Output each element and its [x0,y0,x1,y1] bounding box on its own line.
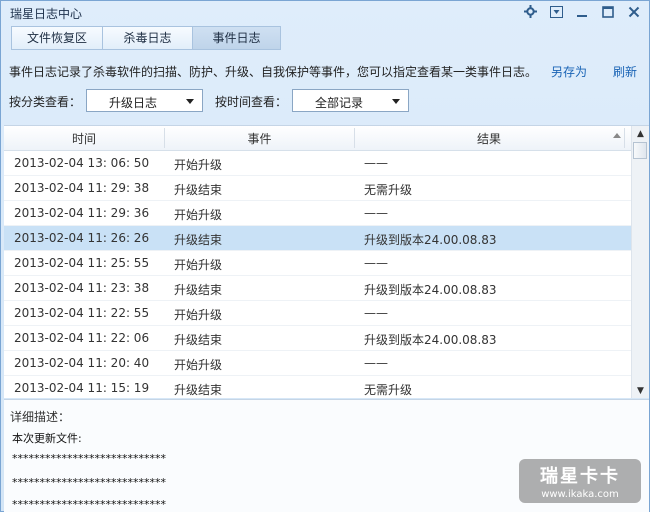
cell-result: —— [364,256,388,270]
table-row[interactable]: 2013-02-04 11: 25: 55 开始升级 —— [4,251,632,276]
cell-event: 开始升级 [174,308,223,322]
cell-time: 2013-02-04 11: 29: 36 [14,206,150,220]
table-row[interactable]: 2013-02-04 11: 29: 38 升级结束 无需升级 [4,176,632,201]
table-row[interactable]: 2013-02-04 13: 06: 50 开始升级 —— [4,151,632,176]
time-select[interactable]: 全部记录 [292,89,409,112]
cell-event: 升级结束 [174,283,223,297]
minimize-icon[interactable] [569,2,595,21]
table-row[interactable]: 2013-02-04 11: 26: 26 升级结束 升级到版本24.00.08.8… [4,226,632,251]
refresh-link[interactable]: 刷新 [613,63,637,80]
cell-time: 2013-02-04 13: 06: 50 [14,156,150,170]
save-as-link[interactable]: 另存为 [551,63,587,80]
cell-event: 开始升级 [174,258,223,272]
maximize-icon[interactable] [595,2,621,21]
cell-result: 升级到版本24.00.08.83 [364,233,497,247]
cell-event: 升级结束 [174,333,223,347]
time-filter-label: 按时间查看： [215,95,288,109]
category-select-value: 升级日志 [109,96,158,110]
cell-result: 无需升级 [364,383,413,397]
detail-label: 详细描述： [10,410,71,424]
table-row[interactable]: 2013-02-04 11: 22: 55 开始升级 —— [4,301,632,326]
skin-menu-icon[interactable] [543,2,569,21]
detail-line: **************************** [12,498,166,511]
settings-gear-icon[interactable] [517,2,543,21]
tab-antivirus-log[interactable]: 杀毒日志 [102,26,192,50]
cell-result: —— [364,356,388,370]
sort-arrow-icon [613,133,621,138]
cell-result: 无需升级 [364,183,413,197]
cell-result: —— [364,206,388,220]
cell-time: 2013-02-04 11: 20: 40 [14,356,150,370]
column-header-event[interactable]: 事件 [165,130,354,147]
dropdown-arrow-icon [186,99,194,104]
cell-time: 2013-02-04 11: 25: 55 [14,256,150,270]
cell-event: 升级结束 [174,183,223,197]
cell-result: 升级到版本24.00.08.83 [364,333,497,347]
scrollbar-thumb[interactable] [633,142,647,159]
cell-result: 升级到版本24.00.08.83 [364,283,497,297]
detail-line: **************************** [12,452,166,465]
table-row[interactable]: 2013-02-04 11: 23: 38 升级结束 升级到版本24.00.08.8… [4,276,632,301]
category-select[interactable]: 升级日志 [86,89,203,112]
table-row[interactable]: 2013-02-04 11: 20: 40 开始升级 —— [4,351,632,376]
tab-file-recovery[interactable]: 文件恢复区 [11,26,102,50]
table-body: 2013-02-04 13: 06: 50 开始升级 —— 2013-02-04 11… [4,151,632,398]
column-divider [624,128,625,148]
watermark-url: www.ikaka.com [541,489,619,500]
title-bar[interactable]: 瑞星日志中心 [1,1,649,23]
column-header-result[interactable]: 结果 [355,130,623,147]
table-header: 时间 事件 结果 [4,126,632,151]
time-select-value: 全部记录 [315,96,364,110]
category-filter-label: 按分类查看： [9,95,82,109]
cell-result: —— [364,306,388,320]
event-log-table: 时间 事件 结果 2013-02-04 13: 06: 50 开始升级 —— 2013… [4,125,649,398]
tab-event-log[interactable]: 事件日志 [192,26,281,50]
tab-bar: 文件恢复区 杀毒日志 事件日志 [11,26,281,50]
table-row[interactable]: 2013-02-04 11: 15: 19 升级结束 无需升级 [4,376,632,398]
column-header-time[interactable]: 时间 [4,130,164,147]
window-title: 瑞星日志中心 [10,7,83,21]
detail-line: **************************** [12,476,166,489]
cell-event: 升级结束 [174,233,223,247]
cell-time: 2013-02-04 11: 26: 26 [14,231,150,245]
watermark-brand: 瑞星卡卡 [540,466,620,487]
vertical-scrollbar[interactable]: ▲ ▼ [631,126,649,398]
cell-time: 2013-02-04 11: 29: 38 [14,181,150,195]
watermark-logo: 瑞星卡卡 www.ikaka.com [519,459,641,503]
cell-event: 开始升级 [174,358,223,372]
cell-time: 2013-02-04 11: 23: 38 [14,281,150,295]
cell-time: 2013-02-04 11: 15: 19 [14,381,150,395]
dropdown-arrow-icon [392,99,400,104]
cell-event: 升级结束 [174,383,223,397]
scroll-down-icon[interactable]: ▼ [632,383,649,398]
scroll-up-icon[interactable]: ▲ [632,126,649,142]
window-controls [517,2,647,21]
cell-event: 开始升级 [174,208,223,222]
log-center-window: 瑞星日志中心 文件恢复区 杀毒日志 事件日志 事件日志记录了杀毒软件的扫描、防护… [0,0,650,512]
cell-time: 2013-02-04 11: 22: 55 [14,306,150,320]
description-text: 事件日志记录了杀毒软件的扫描、防护、升级、自我保护等事件，您可以指定查看某一类事… [9,65,538,79]
cell-time: 2013-02-04 11: 22: 06 [14,331,150,345]
table-row[interactable]: 2013-02-04 11: 22: 06 升级结束 升级到版本24.00.08.8… [4,326,632,351]
close-icon[interactable] [621,2,647,21]
table-row[interactable]: 2013-02-04 11: 29: 36 开始升级 —— [4,201,632,226]
detail-line: 本次更新文件: [12,432,82,445]
cell-result: —— [364,156,388,170]
cell-event: 开始升级 [174,158,223,172]
